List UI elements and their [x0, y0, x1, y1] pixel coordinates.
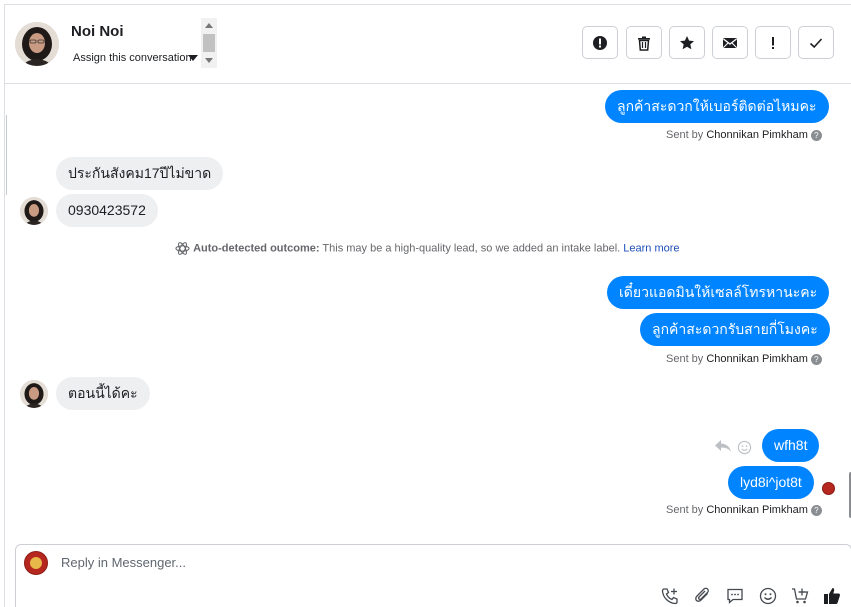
- spam-button[interactable]: [582, 26, 618, 59]
- outgoing-message[interactable]: wfh8t: [762, 429, 820, 462]
- outgoing-message[interactable]: ลูกค้าสะดวกรับสายกี่โมงคะ: [640, 313, 830, 346]
- mark-unread-button[interactable]: [712, 26, 748, 59]
- outgoing-message[interactable]: เดี๋ยวแอดมินให้เซลล์โทรหานะคะ: [607, 276, 830, 309]
- help-icon[interactable]: ?: [810, 504, 822, 516]
- mark-done-button[interactable]: [798, 26, 834, 59]
- star-button[interactable]: [669, 26, 705, 59]
- conversation-header: Noi Noi Assign this conversation: [5, 5, 851, 84]
- incoming-message[interactable]: ประกันสังคม17ปีไม่ขาด: [56, 157, 224, 190]
- page-avatar: [24, 551, 48, 575]
- reply-input[interactable]: Reply in Messenger...: [61, 555, 186, 570]
- help-icon[interactable]: ?: [810, 129, 822, 141]
- header-scrollbar[interactable]: [201, 18, 217, 68]
- outcome-label: Auto-detected outcome:: [193, 242, 320, 255]
- sent-by-label: Sent by Chonnikan Pimkham?: [666, 504, 822, 516]
- check-icon: [809, 37, 823, 48]
- call-add-icon[interactable]: [661, 587, 679, 605]
- sent-by-name[interactable]: Chonnikan Pimkham: [706, 504, 808, 516]
- scroll-thumb[interactable]: [203, 34, 215, 52]
- reply-icon[interactable]: [713, 438, 733, 454]
- cart-add-icon[interactable]: [791, 587, 809, 605]
- contact-avatar-small[interactable]: [20, 197, 48, 225]
- exclamation-icon: [772, 36, 774, 49]
- contact-avatar[interactable]: [15, 22, 59, 66]
- message-list: ลูกค้าสะดวกให้เบอร์ติดต่อไหมคะ Sent by C…: [5, 84, 851, 542]
- outgoing-message[interactable]: ลูกค้าสะดวกให้เบอร์ติดต่อไหมคะ: [605, 90, 829, 123]
- alert-circle-icon: [593, 35, 607, 50]
- star-icon: [680, 35, 694, 49]
- attachment-icon[interactable]: [694, 587, 712, 605]
- contact-avatar-small[interactable]: [20, 380, 48, 408]
- emoji-icon[interactable]: [759, 587, 777, 605]
- sent-by-name[interactable]: Chonnikan Pimkham: [706, 129, 808, 141]
- auto-detected-outcome: Auto-detected outcome: This may be a hig…: [175, 241, 680, 256]
- seen-avatar-icon: [822, 482, 835, 495]
- assign-conversation-label[interactable]: Assign this conversation: [73, 52, 192, 64]
- saved-reply-icon[interactable]: [726, 587, 744, 605]
- assign-dropdown-icon[interactable]: [188, 55, 198, 61]
- sent-by-prefix: Sent by: [666, 353, 707, 365]
- contact-name[interactable]: Noi Noi: [71, 23, 124, 40]
- thumbs-up-icon[interactable]: [823, 587, 841, 605]
- incoming-message[interactable]: 0930423572: [56, 194, 158, 227]
- incoming-message[interactable]: ตอนนี้ได้คะ: [56, 377, 150, 410]
- scroll-down-icon[interactable]: [205, 58, 213, 63]
- sent-by-label: Sent by Chonnikan Pimkham?: [666, 353, 822, 365]
- outgoing-message[interactable]: lyd8i^jot8t: [728, 466, 814, 499]
- sent-by-name[interactable]: Chonnikan Pimkham: [706, 353, 808, 365]
- learn-more-link[interactable]: Learn more: [623, 242, 679, 254]
- help-icon[interactable]: ?: [810, 353, 822, 365]
- atom-icon: [175, 242, 190, 255]
- scroll-up-icon[interactable]: [205, 23, 213, 28]
- envelope-icon: [723, 37, 737, 48]
- outcome-text: This may be a high-quality lead, so we a…: [319, 242, 624, 255]
- sent-by-prefix: Sent by: [666, 504, 707, 516]
- follow-up-button[interactable]: [755, 26, 791, 59]
- trash-icon: [638, 36, 650, 51]
- react-emoji-icon[interactable]: [737, 440, 752, 455]
- conversation-panel: Noi Noi Assign this conversation ลูกค้าส…: [4, 4, 851, 607]
- sent-by-label: Sent by Chonnikan Pimkham?: [666, 129, 822, 141]
- delete-button[interactable]: [626, 26, 662, 59]
- sent-by-prefix: Sent by: [666, 129, 707, 141]
